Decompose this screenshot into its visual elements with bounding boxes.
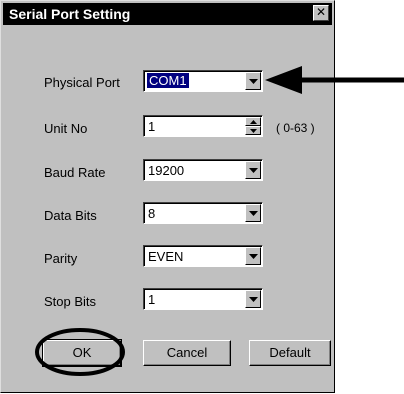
arrow-left-icon [265, 66, 404, 94]
annotation-overlay [35, 66, 404, 376]
ok-highlight-ellipse [35, 328, 125, 376]
